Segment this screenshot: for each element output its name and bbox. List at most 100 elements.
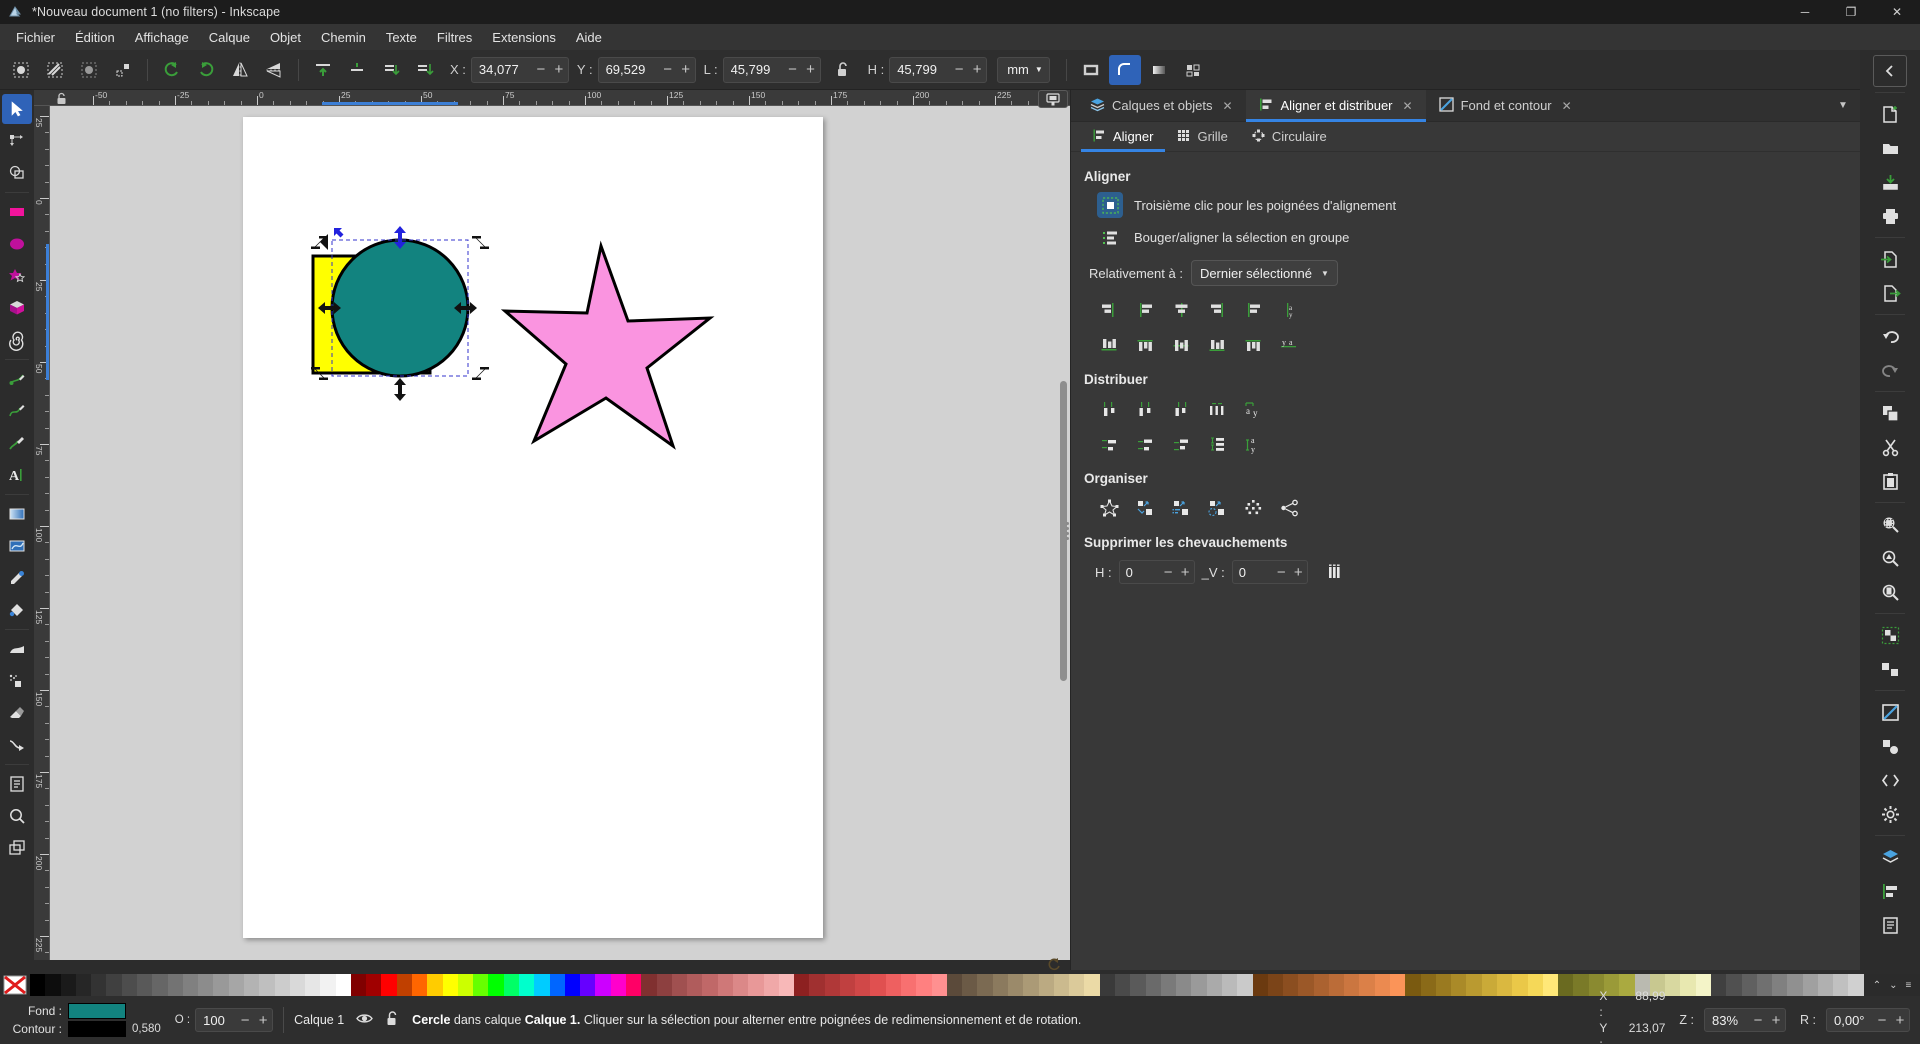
spray-tool[interactable] xyxy=(2,666,32,696)
distribute-horizontal-gaps-equal[interactable] xyxy=(1199,393,1235,425)
distribute-top-edges-equidistantly[interactable] xyxy=(1091,428,1127,460)
palette-swatch[interactable] xyxy=(488,974,504,996)
move-as-group-icon[interactable] xyxy=(1097,224,1123,250)
align-right-edges[interactable] xyxy=(1199,294,1235,326)
stroke-width-value[interactable]: 0,580 xyxy=(132,1022,161,1037)
palette-swatch[interactable] xyxy=(121,974,137,996)
print-document-icon[interactable] xyxy=(1873,200,1907,232)
measure-tool[interactable] xyxy=(2,833,32,863)
center-on-vertical-axis[interactable] xyxy=(1163,294,1199,326)
export-icon[interactable] xyxy=(1873,277,1907,309)
menu-extensions[interactable]: Extensions xyxy=(482,26,566,49)
palette-swatch[interactable] xyxy=(1374,974,1391,996)
canvas-rotation-lock-icon[interactable] xyxy=(1042,955,1066,973)
opacity-decrement[interactable]: − xyxy=(236,1008,254,1032)
palette-swatch[interactable] xyxy=(1053,974,1070,996)
rotate-cw-icon[interactable] xyxy=(190,55,222,85)
palette-swatch[interactable] xyxy=(1481,974,1497,996)
palette-swatch[interactable] xyxy=(198,974,214,996)
palette-swatch[interactable] xyxy=(427,974,443,996)
palette-swatch[interactable] xyxy=(1267,974,1284,996)
pink-star[interactable] xyxy=(500,240,715,450)
align-left-edge-to-right-anchor[interactable] xyxy=(1235,294,1271,326)
raise-icon[interactable] xyxy=(341,55,373,85)
palette-swatch[interactable] xyxy=(1221,974,1238,996)
palette-swatch[interactable] xyxy=(1451,974,1467,996)
zoom-input[interactable] xyxy=(1705,1012,1750,1028)
lower-to-bottom-icon[interactable] xyxy=(409,55,441,85)
cut-icon[interactable] xyxy=(1873,431,1907,463)
palette-swatch[interactable] xyxy=(1145,974,1161,996)
palette-swatch[interactable] xyxy=(366,974,382,996)
palette-swatch[interactable] xyxy=(320,974,336,996)
ellipse-tool[interactable] xyxy=(2,229,32,259)
opacity-input[interactable] xyxy=(196,1012,237,1028)
palette-swatch[interactable] xyxy=(1298,974,1314,996)
palette-swatch[interactable] xyxy=(595,974,611,996)
select-all-icon[interactable] xyxy=(5,55,37,85)
palette-swatch[interactable] xyxy=(855,974,871,996)
palette-swatch[interactable] xyxy=(1420,974,1436,996)
fill-stroke-icon[interactable] xyxy=(1873,696,1907,728)
fill-stroke-indicator[interactable]: Fond : Contour : 0,580 xyxy=(6,1002,161,1038)
paint-bucket-tool[interactable] xyxy=(2,595,32,625)
palette-swatch[interactable] xyxy=(60,974,76,996)
overlap-h-increment[interactable]: + xyxy=(1177,561,1194,583)
dock-tab-fill-stroke[interactable]: Fond et contour ✕ xyxy=(1426,90,1585,121)
center-on-horizontal-axis[interactable] xyxy=(1163,329,1199,361)
palette-swatch[interactable] xyxy=(1328,974,1345,996)
distribute-right-edges-equidistantly[interactable] xyxy=(1163,393,1199,425)
menu-chemin[interactable]: Chemin xyxy=(311,26,376,49)
dock-tab-align-distribute[interactable]: Aligner et distribuer ✕ xyxy=(1245,90,1426,122)
palette-swatch[interactable] xyxy=(702,974,718,996)
palette-swatch[interactable] xyxy=(1512,974,1528,996)
redo-icon[interactable] xyxy=(1873,354,1907,386)
align-icon[interactable] xyxy=(1873,875,1907,907)
select-same-icon[interactable] xyxy=(107,55,139,85)
close-button[interactable]: ✕ xyxy=(1874,0,1920,24)
stroke-swatch[interactable] xyxy=(68,1021,126,1037)
palette-swatch[interactable] xyxy=(259,974,275,996)
rectangle-tool[interactable] xyxy=(2,197,32,227)
height-input[interactable] xyxy=(890,62,951,77)
eraser-tool[interactable] xyxy=(2,698,32,728)
palette-swatch[interactable] xyxy=(1069,974,1085,996)
height-increment[interactable]: + xyxy=(968,58,986,82)
palette-swatch[interactable] xyxy=(1313,974,1329,996)
palette-swatch[interactable] xyxy=(656,974,672,996)
text-baseline-horizontal[interactable]: ya xyxy=(1271,329,1307,361)
rotation-input[interactable] xyxy=(1827,1012,1873,1028)
close-icon[interactable]: ✕ xyxy=(1562,99,1572,113)
new-document-icon[interactable] xyxy=(1873,98,1907,130)
menu-fichier[interactable]: Fichier xyxy=(6,26,65,49)
palette-swatch[interactable] xyxy=(977,974,993,996)
palette-swatch[interactable] xyxy=(1466,974,1482,996)
preferences-icon[interactable] xyxy=(1873,798,1907,830)
zoom-tool[interactable] xyxy=(2,801,32,831)
align-left-edges[interactable] xyxy=(1127,294,1163,326)
raise-to-top-icon[interactable] xyxy=(307,55,339,85)
distribute-centers-horizontally[interactable] xyxy=(1127,393,1163,425)
palette-swatch[interactable] xyxy=(962,974,978,996)
zoom-page-icon[interactable] xyxy=(1873,576,1907,608)
palette-swatch[interactable] xyxy=(503,974,519,996)
palette-swatch[interactable] xyxy=(305,974,321,996)
zoom-drawing-icon[interactable] xyxy=(1873,542,1907,574)
overlap-v-input[interactable] xyxy=(1232,564,1273,580)
zoom-decrement[interactable]: − xyxy=(1749,1008,1767,1032)
sub-tab-grille[interactable]: Grille xyxy=(1165,122,1239,151)
chevron-left-icon[interactable] xyxy=(1873,55,1907,87)
affect-stroke-icon[interactable] xyxy=(1075,55,1107,85)
deselect-icon[interactable] xyxy=(73,55,105,85)
palette-swatch[interactable] xyxy=(1084,974,1100,996)
y-decrement[interactable]: − xyxy=(659,58,677,82)
width-spin[interactable]: − + xyxy=(722,56,821,83)
palette-swatch[interactable] xyxy=(1130,974,1146,996)
distribute-bottom-edges-equidistantly[interactable] xyxy=(1163,428,1199,460)
close-icon[interactable]: ✕ xyxy=(1403,99,1413,113)
align-handles-icon[interactable] xyxy=(1097,192,1123,218)
palette-swatch[interactable] xyxy=(641,974,657,996)
duplicate-icon[interactable] xyxy=(1873,397,1907,429)
zoom-selection-icon[interactable] xyxy=(1873,508,1907,540)
teal-circle[interactable] xyxy=(330,238,470,378)
